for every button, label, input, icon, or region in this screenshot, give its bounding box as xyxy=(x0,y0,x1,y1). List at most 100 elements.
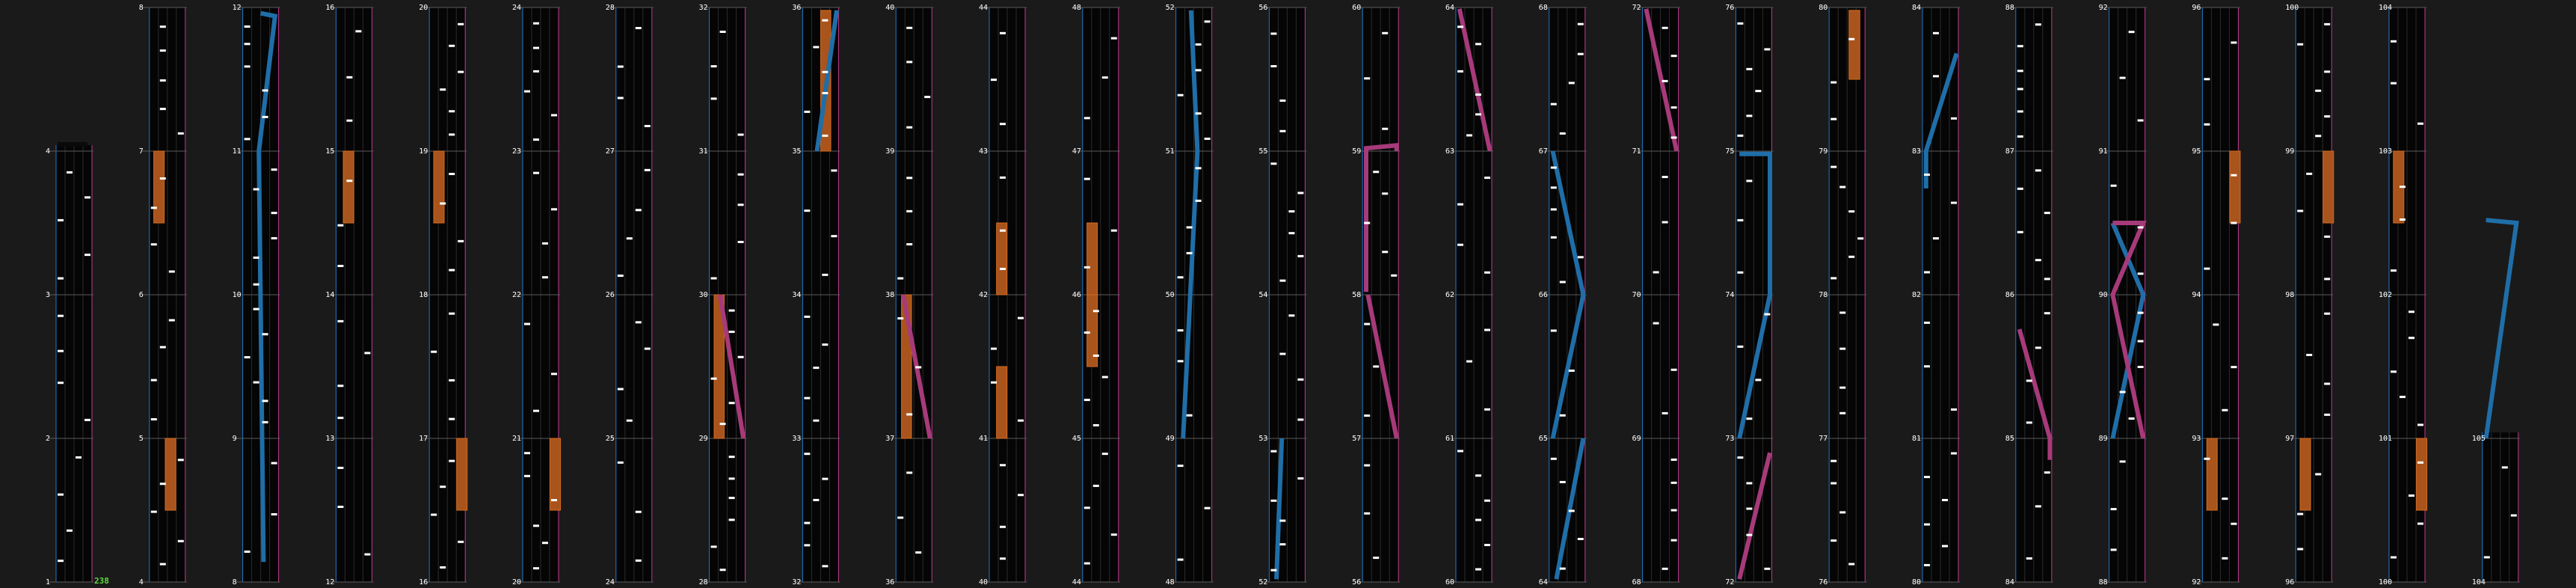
measure-number: 9 xyxy=(233,435,237,443)
measure-number: 2 xyxy=(46,435,50,443)
tap-note xyxy=(1297,477,1304,480)
tap-note xyxy=(2391,370,2397,373)
measure-number: 16 xyxy=(325,4,334,12)
measure-number: 94 xyxy=(2192,291,2201,299)
tap-note xyxy=(271,236,277,239)
measure-number: 50 xyxy=(1166,291,1175,299)
measure-number: 100 xyxy=(2379,578,2392,587)
measure-number: 81 xyxy=(1912,435,1921,443)
tap-note xyxy=(1951,201,1957,204)
tap-note xyxy=(458,22,464,25)
tap-note xyxy=(1270,450,1277,453)
measure-number: 52 xyxy=(1258,578,1267,587)
measure-number: 49 xyxy=(1166,435,1175,443)
tap-note xyxy=(1830,459,1837,462)
tap-note xyxy=(2044,212,2050,215)
measure-number: 15 xyxy=(325,147,334,156)
tap-note xyxy=(2324,278,2331,281)
tap-note xyxy=(533,524,539,527)
tap-note xyxy=(906,177,913,180)
tap-note xyxy=(58,382,64,385)
tap-note xyxy=(719,31,726,34)
tap-note xyxy=(906,471,913,474)
tap-note xyxy=(1297,378,1304,381)
measure-number: 76 xyxy=(1725,4,1734,12)
tap-note xyxy=(1559,567,1566,570)
tap-note xyxy=(1364,221,1371,224)
tap-note xyxy=(2231,41,2237,44)
measure-number: 26 xyxy=(606,291,615,299)
hold-note xyxy=(2229,150,2241,224)
tap-note xyxy=(2417,461,2423,464)
tap-note xyxy=(2128,417,2135,420)
tap-note xyxy=(542,242,548,245)
tap-note xyxy=(804,209,811,212)
tap-note xyxy=(2017,110,2023,113)
tap-note xyxy=(159,79,166,82)
tap-note xyxy=(2501,466,2508,469)
tap-note xyxy=(1018,494,1024,497)
tap-note xyxy=(253,188,259,191)
tap-note xyxy=(1177,360,1184,363)
tap-note xyxy=(635,209,642,212)
tap-note xyxy=(524,90,530,93)
tap-note xyxy=(551,208,557,211)
measure-number: 67 xyxy=(1539,147,1548,156)
measure-number: 70 xyxy=(1632,291,1641,299)
tap-note xyxy=(159,177,166,180)
tap-note xyxy=(617,97,624,99)
tap-note xyxy=(1279,543,1286,546)
tap-note xyxy=(1839,347,1846,350)
hold-note xyxy=(2206,438,2218,511)
measure-number: 87 xyxy=(2005,147,2014,156)
measure-number: 60 xyxy=(1352,4,1361,12)
tap-note xyxy=(1083,506,1090,509)
tap-note xyxy=(1559,281,1566,284)
tap-note xyxy=(906,61,913,64)
tap-note xyxy=(2035,169,2041,172)
tap-note xyxy=(168,270,175,273)
tap-note xyxy=(84,418,90,421)
measure-number: 8 xyxy=(139,4,144,12)
tap-note xyxy=(1830,482,1837,485)
measure-number: 22 xyxy=(512,291,521,299)
tap-note xyxy=(1195,69,1202,72)
measure-number: 3 xyxy=(46,291,50,299)
tap-note xyxy=(1000,229,1006,232)
tap-note xyxy=(337,506,344,509)
tap-note xyxy=(1457,450,1463,453)
tap-note xyxy=(150,243,157,246)
measure-number: 80 xyxy=(1912,578,1921,587)
tap-note xyxy=(635,27,642,30)
tap-note xyxy=(2110,508,2117,511)
tap-note xyxy=(1279,99,1286,102)
tap-note xyxy=(2035,259,2041,262)
tap-note xyxy=(1577,256,1584,259)
tap-note xyxy=(1924,173,1930,176)
tap-note xyxy=(710,97,717,100)
tap-note xyxy=(1083,266,1090,269)
measure-number: 58 xyxy=(1352,291,1361,299)
measure-number: 56 xyxy=(1258,4,1267,12)
tap-note xyxy=(1951,408,1957,411)
hold-note xyxy=(1086,222,1098,295)
measure-number: 23 xyxy=(512,147,521,156)
tap-note xyxy=(822,91,829,94)
tap-note xyxy=(533,409,539,412)
tap-note xyxy=(2137,311,2144,314)
tap-note xyxy=(1475,113,1481,116)
measure-number: 52 xyxy=(1166,4,1175,12)
tap-note xyxy=(1101,376,1108,379)
tap-note xyxy=(1568,82,1575,85)
tap-note xyxy=(831,235,837,238)
measure-number: 10 xyxy=(233,291,242,299)
tap-note xyxy=(1484,328,1490,331)
hold-note xyxy=(2299,438,2311,511)
tap-note xyxy=(440,88,446,91)
measure-number: 103 xyxy=(2379,147,2392,156)
chart-view: 1234456788910111212131415161617181920202… xyxy=(0,0,2576,588)
tap-note xyxy=(1830,277,1837,280)
measure-number: 96 xyxy=(2285,578,2294,587)
tap-note xyxy=(737,355,744,358)
tap-note xyxy=(533,70,539,73)
